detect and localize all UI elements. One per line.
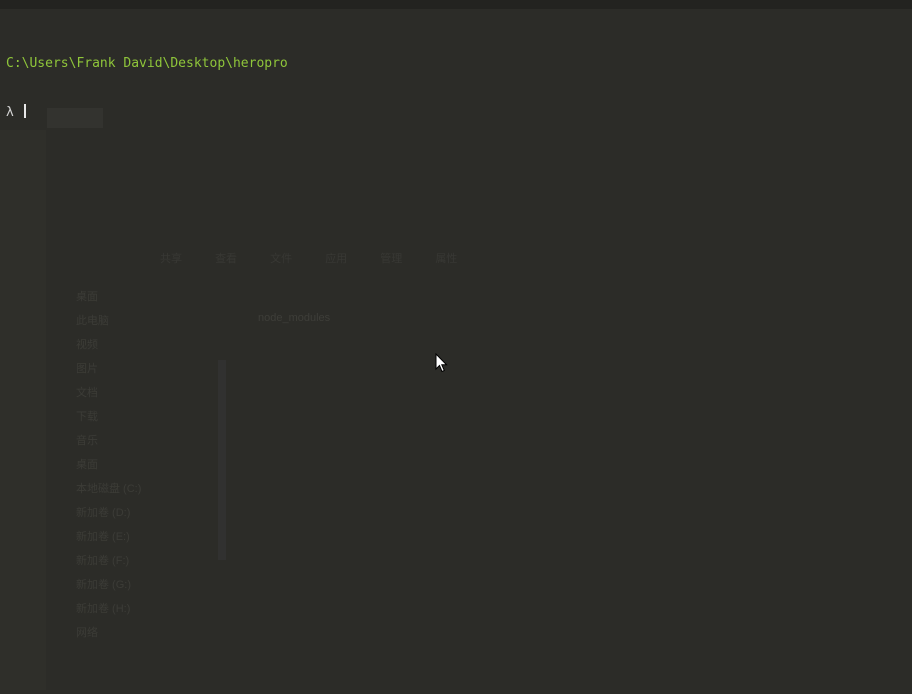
background-sidebar: 桌面 此电脑 视频 图片 文档 下载 音乐 桌面 本地磁盘 (C:) 新加卷 (… [76, 285, 226, 685]
background-left-panel [0, 130, 46, 690]
sidebar-item: 下载 [76, 411, 98, 423]
background-tab: 共享 [160, 253, 182, 265]
current-path: C:\Users\Frank David\Desktop\heropro [6, 56, 288, 71]
sidebar-item: 新加卷 (E:) [76, 531, 130, 543]
sidebar-item: 网络 [76, 627, 98, 639]
background-file-item: node_modules [258, 312, 331, 324]
sidebar-item: 桌面 [76, 291, 98, 303]
command-prompt[interactable]: λ [6, 104, 288, 121]
sidebar-item: 音乐 [76, 435, 98, 447]
sidebar-item: 图片 [76, 363, 98, 375]
sidebar-item: 文档 [76, 387, 98, 399]
title-bar [0, 0, 912, 9]
background-tab: 文件 [270, 253, 293, 265]
prompt-symbol: λ [6, 105, 14, 120]
sidebar-item: 此电脑 [76, 315, 109, 327]
mouse-pointer-icon [435, 353, 448, 373]
sidebar-item: 新加卷 (G:) [76, 579, 131, 591]
background-window: 共享 查看 文件 应用 管理 属性 node_modules 桌面 此电脑 视频… [0, 70, 912, 694]
background-tab: 属性 [435, 253, 458, 265]
sidebar-item: 桌面 [76, 459, 98, 471]
sidebar-item: 本地磁盘 (C:) [76, 483, 142, 495]
background-tab: 查看 [215, 253, 238, 265]
terminal-output[interactable]: C:\Users\Frank David\Desktop\heropro λ [6, 24, 288, 153]
sidebar-item: 新加卷 (F:) [76, 555, 130, 567]
background-tab: 应用 [325, 253, 348, 265]
text-caret [23, 104, 26, 118]
background-scrollbar [218, 360, 226, 560]
background-tab: 管理 [380, 253, 403, 265]
sidebar-item: 新加卷 (D:) [76, 507, 131, 519]
background-tabs: 共享 查看 文件 应用 管理 属性 [160, 250, 487, 266]
sidebar-item: 视频 [76, 339, 98, 351]
sidebar-item: 新加卷 (H:) [76, 603, 131, 615]
terminal-window[interactable]: 共享 查看 文件 应用 管理 属性 node_modules 桌面 此电脑 视频… [0, 0, 912, 694]
